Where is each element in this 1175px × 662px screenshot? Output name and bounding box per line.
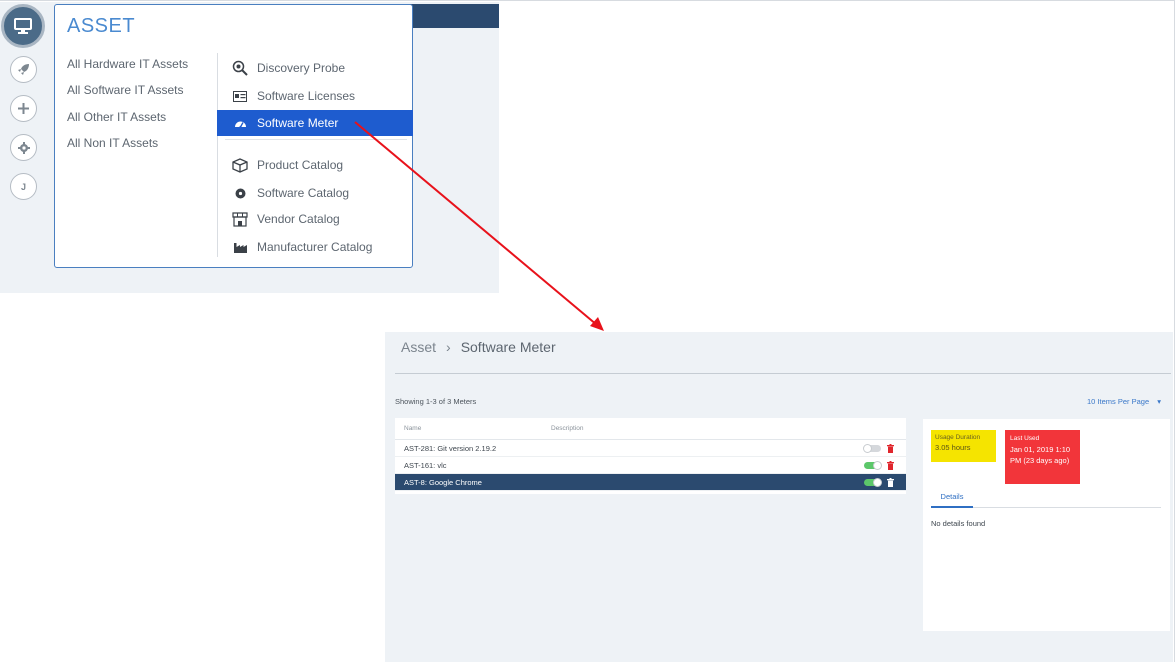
menu-title: ASSET — [67, 15, 136, 37]
usage-duration-label: Usage Duration — [935, 434, 981, 441]
menu-section-divider — [225, 139, 407, 140]
monitor-icon[interactable] — [1, 4, 45, 48]
menu-item-discovery-probe[interactable]: Discovery Probe — [217, 55, 413, 81]
link-all-other-assets[interactable]: All Other IT Assets — [67, 110, 188, 136]
last-used-card: Last Used Jan 01, 2019 1:10 PM (23 days … — [1005, 430, 1080, 484]
list-header: Name Description — [395, 418, 906, 440]
breadcrumb: Asset › Software Meter — [401, 339, 556, 355]
software-meter-snapshot: Asset › Software Meter Showing 1-3 of 3 … — [385, 332, 1173, 662]
trash-icon[interactable] — [887, 478, 894, 487]
caret-down-icon: ▾ — [1157, 397, 1161, 406]
store-icon — [231, 211, 249, 227]
user-initial-icon[interactable]: J — [10, 173, 37, 200]
results-count: Showing 1-3 of 3 Meters — [395, 397, 477, 406]
header-divider — [395, 373, 1171, 374]
trash-icon[interactable] — [887, 461, 894, 470]
breadcrumb-root[interactable]: Asset — [401, 339, 436, 355]
link-all-software-assets[interactable]: All Software IT Assets — [67, 83, 188, 109]
menu-item-label: Manufacturer Catalog — [257, 240, 373, 254]
trash-icon[interactable] — [887, 444, 894, 453]
tab-details[interactable]: Details — [931, 487, 973, 508]
meter-name: AST-161: vlc — [404, 460, 447, 470]
box-icon — [231, 157, 249, 173]
menu-item-label: Vendor Catalog — [257, 212, 340, 226]
meter-detail-panel: Usage Duration 3.05 hours Last Used Jan … — [923, 419, 1170, 631]
enable-toggle[interactable] — [863, 444, 881, 453]
header-bar — [410, 4, 499, 28]
link-all-non-it-assets[interactable]: All Non IT Assets — [67, 136, 188, 162]
rocket-icon[interactable] — [10, 56, 37, 83]
factory-icon — [231, 239, 249, 255]
menu-item-product-catalog[interactable]: Product Catalog — [217, 152, 413, 178]
empty-state-text: No details found — [931, 519, 986, 528]
disc-icon — [231, 185, 249, 201]
menu-item-vendor-catalog[interactable]: Vendor Catalog — [217, 206, 413, 232]
plus-icon[interactable] — [10, 95, 37, 122]
probe-magnifier-icon — [231, 60, 249, 76]
menu-item-software-licenses[interactable]: Software Licenses — [217, 83, 413, 109]
license-card-icon — [231, 88, 249, 104]
menu-item-manufacturer-catalog[interactable]: Manufacturer Catalog — [217, 234, 413, 260]
chevron-right-icon: › — [446, 339, 451, 355]
items-per-page-label: 10 Items Per Page — [1087, 397, 1150, 406]
enable-toggle[interactable] — [864, 461, 882, 470]
table-row-selected[interactable]: AST-8: Google Chrome — [395, 474, 906, 491]
last-used-value: Jan 01, 2019 1:10 PM (23 days ago) — [1010, 445, 1071, 465]
menu-item-label: Discovery Probe — [257, 61, 346, 75]
column-name-header[interactable]: Name — [404, 425, 551, 432]
left-rail: J — [0, 2, 50, 292]
menu-item-software-catalog[interactable]: Software Catalog — [217, 180, 413, 206]
enable-toggle[interactable] — [864, 478, 882, 487]
link-all-hardware-assets[interactable]: All Hardware IT Assets — [67, 57, 188, 83]
detail-tabs: Details — [931, 487, 1161, 508]
menu-item-label: Software Licenses — [257, 89, 356, 103]
asset-dropdown-menu: ASSET All Hardware IT Assets All Softwar… — [54, 4, 413, 268]
menu-item-label: Software Meter — [257, 116, 339, 130]
items-per-page-select[interactable]: 10 Items Per Page ▾ — [1087, 397, 1161, 406]
usage-duration-value: 3.05 hours — [935, 443, 971, 452]
asset-type-links: All Hardware IT Assets All Software IT A… — [67, 57, 188, 163]
meter-list: Name Description AST-281: Git version 2.… — [395, 418, 906, 494]
gear-icon[interactable] — [10, 134, 37, 161]
column-description-header[interactable]: Description — [551, 425, 584, 432]
menu-item-label: Product Catalog — [257, 158, 344, 172]
meter-name: AST-281: Git version 2.19.2 — [404, 443, 497, 453]
usage-duration-card: Usage Duration 3.05 hours — [931, 430, 996, 462]
table-row[interactable]: AST-281: Git version 2.19.2 — [395, 440, 906, 457]
speedometer-icon — [231, 115, 249, 131]
page-title: Software Meter — [460, 339, 556, 355]
last-used-label: Last Used — [1010, 435, 1040, 442]
menu-item-software-meter[interactable]: Software Meter — [217, 110, 413, 136]
menu-item-label: Software Catalog — [257, 186, 350, 200]
table-row[interactable]: AST-161: vlc — [395, 457, 906, 474]
meter-name: AST-8: Google Chrome — [404, 477, 482, 487]
